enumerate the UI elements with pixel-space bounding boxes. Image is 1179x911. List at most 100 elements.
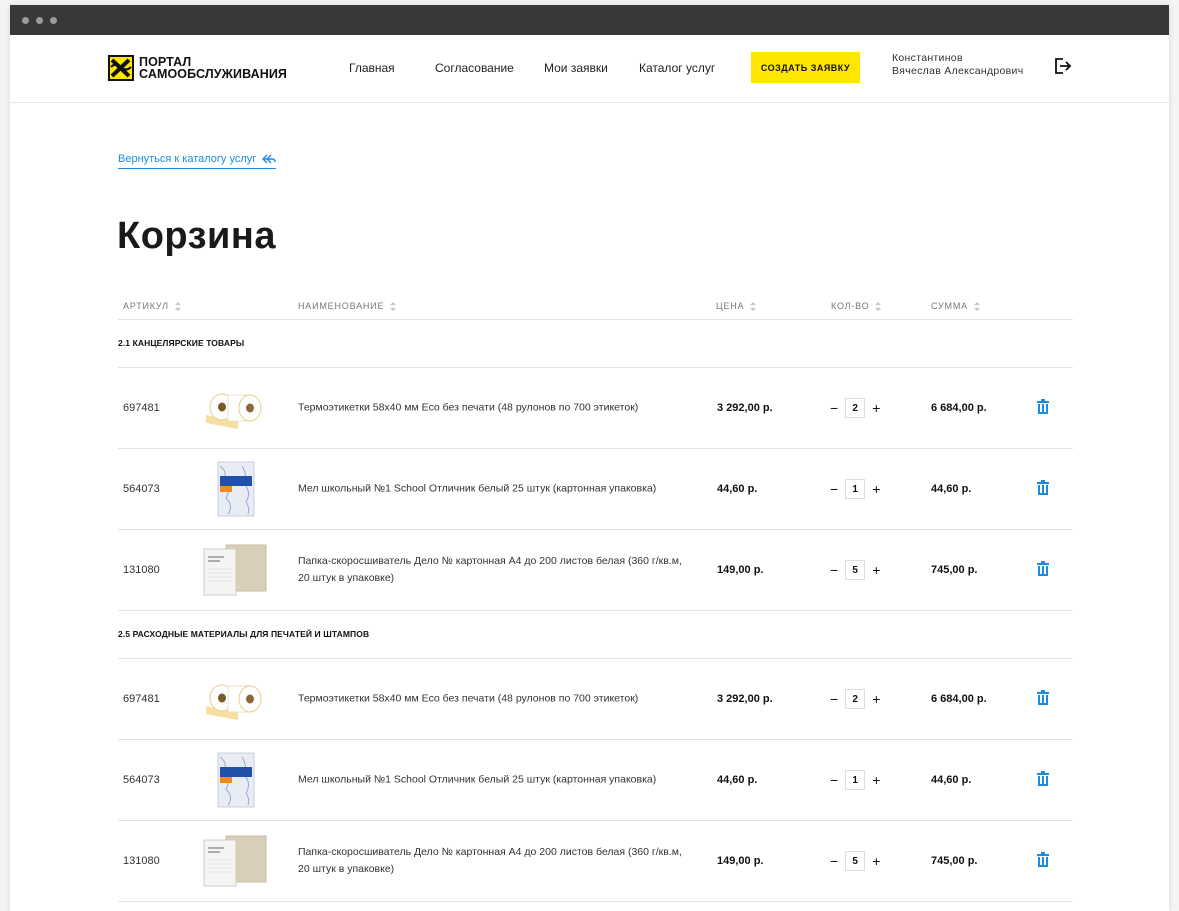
nav-approval[interactable]: Согласование [435, 61, 514, 75]
column-sum[interactable]: СУММА [931, 301, 980, 311]
logo[interactable]: ПОРТАЛ САМООБСЛУЖИВАНИЯ [108, 55, 287, 81]
column-name[interactable]: НАИМЕНОВАНИЕ [298, 301, 397, 311]
table-header: АРТИКУЛ НАИМЕНОВАНИЕ ЦЕНА КОЛ-ВО СУММА [118, 295, 1073, 320]
item-sku: 131080 [123, 855, 160, 867]
quantity-stepper: − 2 + [830, 398, 880, 418]
column-qty[interactable]: КОЛ-ВО [831, 301, 882, 311]
create-request-button[interactable]: СОЗДАТЬ ЗАЯВКУ [751, 52, 860, 83]
item-sum: 44,60 р. [931, 483, 972, 495]
trash-icon[interactable] [1036, 561, 1050, 579]
item-sum: 745,00 р. [931, 855, 978, 867]
item-sku: 131080 [123, 564, 160, 576]
item-name[interactable]: Термоэтикетки 58х40 мм Eco без печати (4… [298, 691, 688, 708]
logo-line-2: САМООБСЛУЖИВАНИЯ [139, 67, 287, 81]
window-minimize-dot[interactable] [36, 16, 43, 24]
decrease-quantity-button[interactable]: − [830, 772, 838, 788]
cart-row: 131080 Папка-скоросшиватель Дело № карто… [118, 530, 1073, 611]
quantity-input[interactable]: 5 [845, 851, 866, 871]
cart-row: 697481 Термоэтикетки 58х40 мм Eco без пе… [118, 368, 1073, 449]
chalk-box-image[interactable] [198, 458, 270, 520]
item-price: 3 292,00 р. [717, 402, 773, 414]
cart-row: 697481 Термоэтикетки 58х40 мм Eco без пе… [118, 659, 1073, 740]
quantity-stepper: − 1 + [830, 770, 880, 790]
back-link-label: Вернуться к каталогу услуг [118, 153, 257, 165]
sort-icon [750, 301, 757, 311]
item-name[interactable]: Термоэтикетки 58х40 мм Eco без печати (4… [298, 400, 688, 417]
item-name[interactable]: Мел школьный №1 School Отличник белый 25… [298, 481, 688, 498]
item-price: 44,60 р. [717, 483, 758, 495]
logo-text: ПОРТАЛ САМООБСЛУЖИВАНИЯ [139, 56, 287, 81]
nav-home[interactable]: Главная [349, 61, 395, 75]
window-close-dot[interactable] [22, 16, 29, 24]
chalk-box-image[interactable] [198, 749, 270, 811]
quantity-stepper: − 1 + [830, 479, 880, 499]
item-sku: 564073 [123, 774, 160, 786]
item-name[interactable]: Мел школьный №1 School Отличник белый 25… [298, 772, 688, 789]
label-rolls-image[interactable] [198, 668, 270, 730]
increase-quantity-button[interactable]: + [872, 481, 880, 497]
back-to-catalog-link[interactable]: Вернуться к каталогу услуг [118, 153, 277, 169]
decrease-quantity-button[interactable]: − [830, 400, 838, 416]
user-name-line-2: Вячеслав Александрович [892, 65, 1024, 77]
trash-icon[interactable] [1036, 399, 1050, 417]
column-price[interactable]: ЦЕНА [716, 301, 757, 311]
column-qty-label: КОЛ-ВО [831, 301, 870, 311]
quantity-stepper: − 2 + [830, 689, 880, 709]
sort-icon [973, 301, 980, 311]
item-sum: 745,00 р. [931, 564, 978, 576]
window-titlebar [10, 5, 1169, 35]
quantity-input[interactable]: 2 [845, 398, 866, 418]
user-name[interactable]: Константинов Вячеслав Александрович [892, 52, 1023, 78]
logo-icon [108, 55, 134, 81]
item-price: 3 292,00 р. [717, 693, 773, 705]
item-sku: 697481 [123, 402, 160, 414]
quantity-input[interactable]: 1 [845, 770, 866, 790]
column-sum-label: СУММА [931, 301, 968, 311]
increase-quantity-button[interactable]: + [872, 853, 880, 869]
quantity-stepper: − 5 + [830, 851, 880, 871]
quantity-input[interactable]: 2 [845, 689, 866, 709]
user-name-line-1: Константинов [892, 52, 963, 64]
decrease-quantity-button[interactable]: − [830, 853, 838, 869]
folder-image[interactable] [198, 830, 270, 892]
folder-image[interactable] [198, 539, 270, 601]
quantity-input[interactable]: 5 [845, 560, 866, 580]
trash-icon[interactable] [1036, 771, 1050, 789]
sort-icon [875, 301, 882, 311]
category-name: 2.1 КАНЦЕЛЯРСКИЕ ТОВАРЫ [118, 338, 245, 348]
increase-quantity-button[interactable]: + [872, 772, 880, 788]
item-sum: 44,60 р. [931, 774, 972, 786]
cart-row: 131080 Папка-скоросшиватель Дело № карто… [118, 821, 1073, 902]
item-sku: 564073 [123, 483, 160, 495]
item-sum: 6 684,00 р. [931, 693, 987, 705]
table-body: 2.1 КАНЦЕЛЯРСКИЕ ТОВАРЫ 697481 Термоэтик… [118, 320, 1073, 902]
window-maximize-dot[interactable] [50, 16, 57, 24]
cart-row: 564073 Мел школьный №1 School Отличник б… [118, 449, 1073, 530]
item-sku: 697481 [123, 693, 160, 705]
back-arrow-icon [262, 154, 276, 163]
quantity-input[interactable]: 1 [845, 479, 866, 499]
trash-icon[interactable] [1036, 852, 1050, 870]
increase-quantity-button[interactable]: + [872, 400, 880, 416]
decrease-quantity-button[interactable]: − [830, 562, 838, 578]
trash-icon[interactable] [1036, 480, 1050, 498]
label-rolls-image[interactable] [198, 377, 270, 439]
decrease-quantity-button[interactable]: − [830, 691, 838, 707]
browser-window: ПОРТАЛ САМООБСЛУЖИВАНИЯ Главная Согласов… [10, 5, 1169, 911]
column-sku-label: АРТИКУЛ [123, 301, 169, 311]
column-sku[interactable]: АРТИКУЛ [123, 301, 181, 311]
category-name: 2.5 РАСХОДНЫЕ МАТЕРИАЛЫ ДЛЯ ПЕЧАТЕЙ И ШТ… [118, 629, 370, 639]
decrease-quantity-button[interactable]: − [830, 481, 838, 497]
increase-quantity-button[interactable]: + [872, 691, 880, 707]
sort-icon [390, 301, 397, 311]
logout-icon[interactable] [1054, 57, 1072, 75]
increase-quantity-button[interactable]: + [872, 562, 880, 578]
item-name[interactable]: Папка-скоросшиватель Дело № картонная А4… [298, 844, 688, 878]
cart-row: 564073 Мел школьный №1 School Отличник б… [118, 740, 1073, 821]
nav-service-catalog[interactable]: Каталог услуг [639, 61, 715, 75]
trash-icon[interactable] [1036, 690, 1050, 708]
item-price: 149,00 р. [717, 855, 764, 867]
column-price-label: ЦЕНА [716, 301, 745, 311]
item-name[interactable]: Папка-скоросшиватель Дело № картонная А4… [298, 553, 688, 587]
nav-my-requests[interactable]: Мои заявки [544, 61, 608, 75]
